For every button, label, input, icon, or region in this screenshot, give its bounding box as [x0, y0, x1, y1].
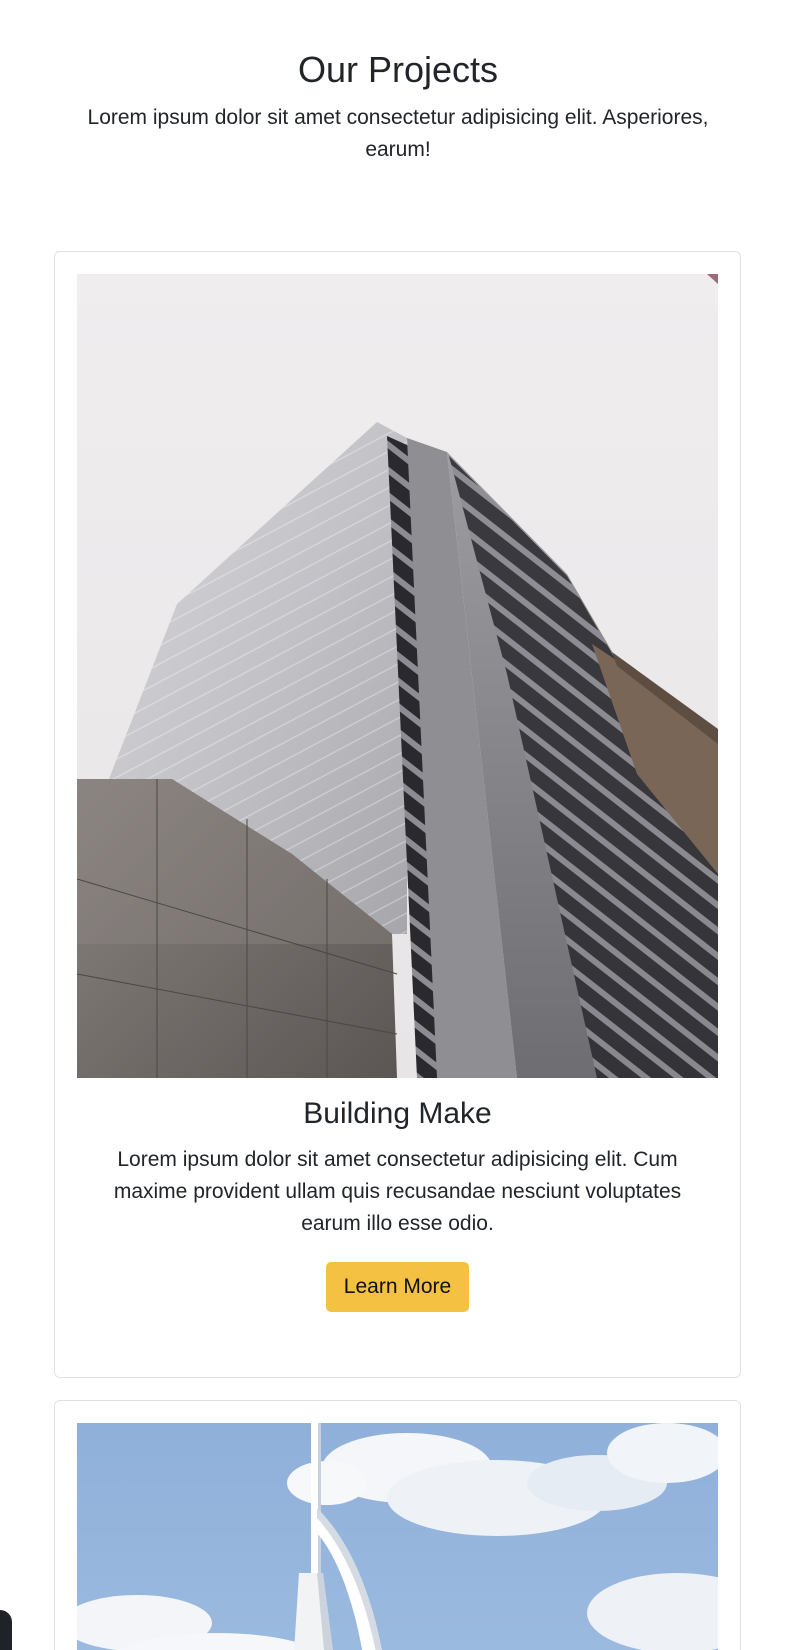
project-card-2 [54, 1400, 741, 1650]
project-description: Lorem ipsum dolor sit amet consectetur a… [113, 1148, 682, 1235]
project-card-building-make: Building Make Lorem ipsum dolor sit amet… [54, 251, 741, 1378]
page-title: Our Projects [297, 49, 499, 90]
window-corner [0, 1610, 12, 1650]
tower-photo [77, 1423, 718, 1650]
projects-page: Our Projects Lorem ipsum dolor sit amet … [0, 0, 796, 1650]
project-card-body: Building Make Lorem ipsum dolor sit amet… [55, 1094, 740, 1312]
projects-header: Our Projects Lorem ipsum dolor sit amet … [0, 0, 796, 166]
project-image-tower [77, 1423, 718, 1650]
page-subtitle: Lorem ipsum dolor sit amet consectetur a… [87, 106, 709, 161]
project-image-building [77, 274, 718, 1078]
learn-more-button[interactable]: Learn More [325, 1262, 470, 1312]
building-photo [77, 274, 718, 1078]
project-title: Building Make [303, 1097, 492, 1130]
